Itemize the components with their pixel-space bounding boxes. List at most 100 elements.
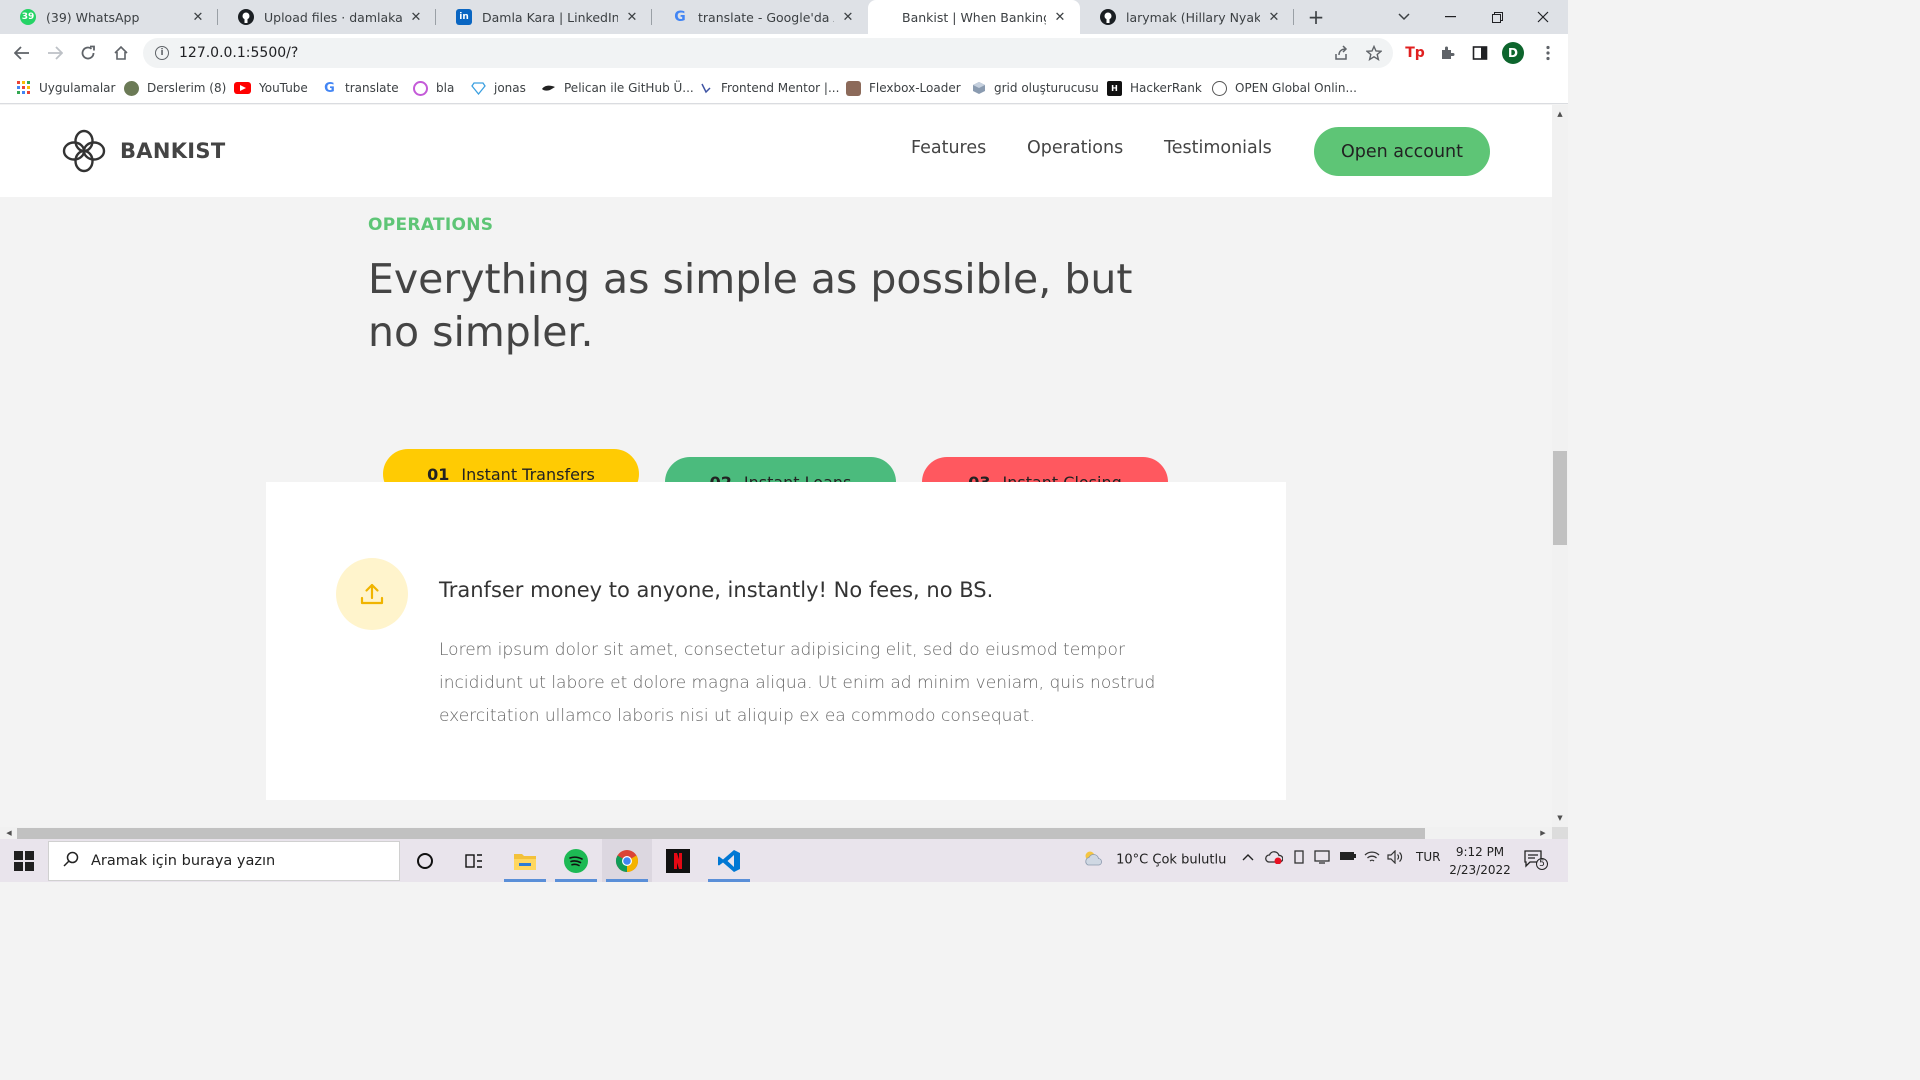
- bookmark-label: translate: [345, 81, 399, 95]
- bookmark-frontend-mentor[interactable]: Frontend Mentor |...: [698, 78, 839, 98]
- tab-github-larymak[interactable]: larymak (Hillary Nyakundi) ✕: [1080, 0, 1294, 34]
- extensions-puzzle-icon[interactable]: [1435, 41, 1459, 65]
- horizontal-scrollbar[interactable]: ◀ ▶: [0, 827, 1552, 839]
- tab-close-icon[interactable]: ✕: [840, 10, 856, 25]
- display-icon[interactable]: [1314, 850, 1330, 868]
- scroll-up-arrow-icon[interactable]: ▲: [1552, 107, 1568, 121]
- bookmark-youtube[interactable]: YouTube: [234, 78, 308, 98]
- task-view-icon[interactable]: [449, 839, 499, 882]
- netflix-icon[interactable]: [653, 839, 703, 882]
- tab-title: Damla Kara | LinkedIn: [482, 9, 618, 25]
- section-label: OPERATIONS: [368, 215, 494, 235]
- tab-close-icon[interactable]: ✕: [1052, 10, 1068, 25]
- nav-features[interactable]: Features: [911, 138, 986, 158]
- tab-linkedin[interactable]: in Damla Kara | LinkedIn ✕: [436, 0, 652, 34]
- bookmark-flexbox-loader[interactable]: Flexbox-Loader: [846, 78, 961, 98]
- bookmark-open-global[interactable]: OPEN Global Onlin...: [1212, 78, 1357, 98]
- tab-close-icon[interactable]: ✕: [408, 10, 424, 25]
- linkedin-icon: in: [456, 9, 472, 25]
- tab-whatsapp[interactable]: 39 (39) WhatsApp ✕: [0, 0, 218, 34]
- cortana-icon[interactable]: [400, 839, 450, 882]
- brand-name: BANKIST: [120, 139, 226, 163]
- tab-close-icon[interactable]: ✕: [190, 10, 206, 25]
- taskbar-search-input[interactable]: Aramak için buraya yazın: [48, 841, 400, 881]
- home-icon[interactable]: [109, 41, 133, 65]
- restore-window-icon[interactable]: [1474, 0, 1520, 34]
- reload-icon[interactable]: [76, 41, 100, 65]
- open-account-button[interactable]: Open account: [1314, 127, 1490, 176]
- new-tab-button[interactable]: +: [1306, 6, 1326, 28]
- scroll-left-arrow-icon[interactable]: ◀: [2, 827, 16, 839]
- diamond-icon: [471, 81, 486, 96]
- wifi-icon[interactable]: [1364, 850, 1380, 868]
- volume-icon[interactable]: [1387, 849, 1403, 868]
- close-window-icon[interactable]: [1520, 0, 1566, 34]
- device-icon[interactable]: [1292, 850, 1306, 868]
- tab-search-chevron-icon[interactable]: [1381, 0, 1427, 34]
- back-arrow-icon[interactable]: [10, 41, 34, 65]
- vertical-scroll-thumb[interactable]: [1553, 451, 1567, 545]
- file-explorer-icon[interactable]: [500, 839, 550, 882]
- bookmark-derslerim[interactable]: Derslerim (8): [124, 78, 226, 98]
- horizontal-scroll-thumb[interactable]: [17, 828, 1425, 839]
- bookmark-pelican[interactable]: Pelican ile GitHub Ü...: [541, 78, 694, 98]
- notification-center-icon[interactable]: 5: [1524, 850, 1548, 870]
- cube-icon: [971, 81, 986, 96]
- bookmark-star-icon[interactable]: [1362, 41, 1386, 65]
- onedrive-icon[interactable]: [1265, 850, 1284, 868]
- bankist-logo-icon: [62, 129, 106, 173]
- tab-google-translate[interactable]: G translate - Google'da Ara ✕: [652, 0, 868, 34]
- bookmark-label: OPEN Global Onlin...: [1235, 81, 1357, 95]
- bankist-logo[interactable]: BANKIST: [60, 127, 225, 175]
- tray-chevron-up-icon[interactable]: [1242, 850, 1254, 865]
- chrome-icon[interactable]: [602, 839, 652, 882]
- address-bar[interactable]: i 127.0.0.1:5500/?: [143, 38, 1393, 68]
- tab-close-icon[interactable]: ✕: [624, 10, 640, 25]
- github-icon: [1100, 9, 1116, 25]
- bookmark-grid-generator[interactable]: grid oluşturucusu: [971, 78, 1099, 98]
- forward-arrow-icon[interactable]: [43, 41, 67, 65]
- input-language[interactable]: TUR: [1416, 850, 1440, 864]
- bookmark-hackerrank[interactable]: H HackerRank: [1107, 78, 1202, 98]
- tab-close-icon[interactable]: ✕: [1266, 10, 1282, 25]
- clock-time: 9:12 PM: [1455, 845, 1505, 859]
- weather-text: 10°C Çok bulutlu: [1116, 852, 1227, 868]
- vscode-icon[interactable]: [704, 839, 754, 882]
- bookmark-label: bla: [436, 81, 455, 95]
- youtube-icon: [234, 82, 251, 94]
- battery-icon[interactable]: [1339, 850, 1357, 866]
- tp-extension-icon[interactable]: Tp: [1403, 41, 1427, 65]
- profile-avatar[interactable]: D: [1502, 42, 1524, 64]
- bookmark-label: Frontend Mentor |...: [721, 81, 840, 95]
- site-info-icon[interactable]: i: [155, 46, 169, 60]
- bookmark-label: Flexbox-Loader: [869, 81, 961, 95]
- bookmark-translate[interactable]: G translate: [322, 78, 399, 98]
- apps-grid-icon: [16, 81, 31, 96]
- seal-icon: [1212, 80, 1227, 96]
- menu-kebab-icon[interactable]: [1536, 41, 1560, 65]
- url-text: 127.0.0.1:5500/?: [179, 45, 299, 61]
- upload-icon: [336, 558, 408, 630]
- windows-start-icon[interactable]: [14, 851, 34, 871]
- bookmark-jonas[interactable]: jonas: [471, 78, 526, 98]
- taskbar-clock[interactable]: 9:12 PM 2/23/2022: [1446, 843, 1514, 879]
- nav-testimonials[interactable]: Testimonials: [1164, 138, 1272, 158]
- tab-bankist[interactable]: Bankist | When Banking me ✕: [868, 0, 1080, 34]
- nav-operations[interactable]: Operations: [1027, 138, 1123, 158]
- side-panel-icon[interactable]: [1468, 41, 1492, 65]
- hackerrank-icon: H: [1107, 80, 1122, 96]
- circle-check-icon: [413, 80, 428, 96]
- spotify-icon[interactable]: [551, 839, 601, 882]
- bookmark-label: Pelican ile GitHub Ü...: [564, 81, 694, 95]
- flexbox-icon: [846, 80, 861, 96]
- tab-github-upload[interactable]: Upload files · damlakara5/b ✕: [218, 0, 436, 34]
- minimize-window-icon[interactable]: [1427, 0, 1473, 34]
- scroll-right-arrow-icon[interactable]: ▶: [1536, 827, 1550, 839]
- bookmark-apps[interactable]: Uygulamalar: [16, 78, 115, 98]
- vertical-scrollbar[interactable]: ▲ ▼: [1552, 105, 1568, 827]
- scroll-down-arrow-icon[interactable]: ▼: [1552, 811, 1568, 825]
- share-icon[interactable]: [1329, 41, 1353, 65]
- weather-widget[interactable]: 10°C Çok bulutlu: [1082, 850, 1226, 870]
- bookmark-bla[interactable]: bla: [413, 78, 454, 98]
- operations-content-panel: Tranfser money to anyone, instantly! No …: [266, 482, 1286, 800]
